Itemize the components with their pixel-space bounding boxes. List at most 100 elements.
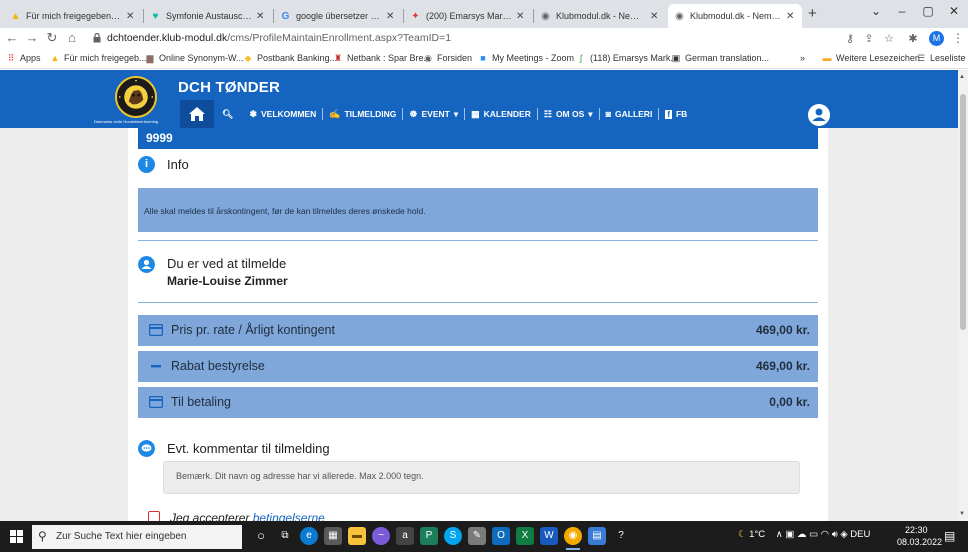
nav-item-fb[interactable]: f FB — [659, 107, 693, 121]
bookmark-item[interactable]: ▣ German translation... — [671, 53, 769, 63]
nav-item-galleri[interactable]: ◙ GALLERI — [600, 107, 659, 121]
clock-date[interactable]: 08.03.2022 — [897, 537, 942, 547]
more-menu-icon[interactable]: ⋮ — [952, 31, 964, 45]
nav-item-event[interactable]: ☸ EVENT ▾ — [403, 107, 464, 121]
task-view-icon[interactable]: ⧉ — [276, 527, 294, 545]
address-bar-input[interactable]: dchtoender.klub-modul.dk/cms/ProfileMain… — [107, 32, 451, 44]
forward-arrow-icon[interactable]: → — [24, 30, 40, 45]
new-tab-button[interactable]: + — [808, 5, 817, 22]
nav-item-om-os[interactable]: ☷ OM OS ▾ — [538, 107, 599, 121]
clock-time[interactable]: 22:30 — [905, 525, 928, 535]
weather-moon-icon[interactable]: ☾ — [738, 529, 747, 540]
calendar-app-icon[interactable]: ▤ — [588, 527, 606, 545]
store-icon[interactable]: ▦ — [324, 527, 342, 545]
home-icon[interactable]: ⌂ — [64, 30, 80, 45]
bookmark-item[interactable]: ▆ Online Synonym-W... — [145, 53, 244, 63]
file-explorer-icon[interactable]: ▬ — [348, 527, 366, 545]
wifi-icon[interactable]: ◠ — [821, 529, 829, 540]
google-icon: G — [281, 10, 290, 22]
book-icon: ▆ — [146, 53, 154, 63]
browser-tab[interactable]: ▲ Für mich freigegeben – Goo ✕ — [4, 4, 142, 28]
accept-terms-label: Jeg accepterer betingelserne — [170, 511, 325, 521]
weather-temp[interactable]: 1°C — [749, 529, 765, 540]
help-icon[interactable]: ? — [612, 527, 630, 545]
bookmark-item[interactable]: ■ My Meetings - Zoom — [478, 53, 574, 63]
extensions-icon[interactable]: ✱ — [906, 32, 920, 45]
terms-link[interactable]: betingelserne — [253, 511, 325, 521]
bookmark-item[interactable]: ♜ Netbank : Spar Bre... — [333, 53, 431, 63]
profile-avatar[interactable]: M — [929, 31, 944, 46]
close-tab-icon[interactable]: ✕ — [786, 11, 796, 22]
close-tab-icon[interactable]: ✕ — [650, 11, 660, 22]
close-tab-icon[interactable]: ✕ — [386, 11, 396, 22]
tray-chevron-up-icon[interactable]: ∧ — [776, 529, 783, 540]
bookmark-item[interactable]: ▲ Für mich freigegeb... — [50, 53, 147, 63]
reading-list-button[interactable]: ☰ Leseliste — [916, 53, 966, 63]
bookmark-item[interactable]: ◉ Forsiden — [423, 53, 472, 63]
scroll-down-arrow-icon[interactable]: ▼ — [959, 511, 965, 517]
nav-home-button[interactable] — [180, 100, 214, 128]
other-bookmarks-folder[interactable]: ▬ Weitere Lesezeichen — [822, 53, 920, 63]
browser-tab[interactable]: ♥ Symfonie Austauschbares ✕ — [144, 4, 272, 28]
tray-app-icon[interactable]: ▣ — [785, 529, 794, 540]
dropbox-icon[interactable]: ◈ — [840, 529, 847, 540]
bookmark-label: Online Synonym-W... — [159, 53, 244, 63]
key-icon[interactable]: ⚷ — [843, 32, 857, 45]
tab-search-icon[interactable]: ⌄ — [866, 4, 886, 18]
browser-tab-active[interactable]: ◉ Klubmodul.dk - Nem klubac ✕ — [668, 4, 802, 28]
maximize-button[interactable]: ▢ — [918, 4, 938, 18]
nav-item-tilmelding[interactable]: ✍ TILMELDING — [323, 107, 402, 121]
edge-icon[interactable]: e — [300, 527, 318, 545]
bookmark-item[interactable]: ʃ (118) Emarsys Mark... — [576, 53, 678, 63]
outlook-icon[interactable]: O — [492, 527, 510, 545]
bookmarks-overflow-button[interactable]: » — [800, 53, 805, 63]
lock-icon[interactable] — [93, 33, 101, 43]
messenger-icon[interactable]: ~ — [372, 527, 390, 545]
bank-icon: ♜ — [333, 53, 343, 63]
onedrive-icon[interactable]: ☁ — [797, 529, 807, 540]
amazon-icon[interactable]: a — [396, 527, 414, 545]
windows-start-icon[interactable] — [10, 530, 23, 543]
excel-icon[interactable]: X — [516, 527, 534, 545]
accept-terms-checkbox[interactable] — [148, 511, 160, 521]
nav-item-velkommen[interactable]: ✽ VELKOMMEN — [243, 107, 322, 121]
close-tab-icon[interactable]: ✕ — [126, 11, 136, 22]
notifications-icon[interactable]: ▤ — [944, 529, 955, 543]
bookmark-label: My Meetings - Zoom — [492, 53, 575, 63]
scrollbar-thumb[interactable] — [960, 94, 966, 330]
tool-icon[interactable]: ✎ — [468, 527, 486, 545]
nav-item-kalender[interactable]: ▦ KALENDER — [465, 107, 537, 121]
close-window-button[interactable]: ✕ — [944, 4, 964, 18]
skype-icon[interactable]: S — [444, 527, 462, 545]
scroll-up-arrow-icon[interactable]: ▲ — [959, 74, 965, 80]
close-tab-icon[interactable]: ✕ — [256, 11, 266, 22]
back-arrow-icon[interactable]: ← — [4, 30, 20, 45]
browser-tab[interactable]: ✦ (200) Emarsys Marketing Pl ✕ — [404, 4, 532, 28]
word-icon[interactable]: W — [540, 527, 558, 545]
reload-icon[interactable]: ↻ — [44, 30, 60, 46]
browser-tab[interactable]: ◉ Klubmodul.dk - Nem klubac ✕ — [534, 4, 666, 28]
site-title: DCH TØNDER — [178, 79, 280, 96]
club-logo[interactable] — [115, 76, 157, 118]
cortana-icon[interactable]: ○ — [252, 527, 270, 545]
share-icon[interactable]: ⇪ — [862, 32, 876, 45]
browser-tab[interactable]: G google übersetzer - Google ✕ — [274, 4, 402, 28]
info-icon: i — [138, 156, 155, 173]
user-account-icon[interactable] — [808, 104, 830, 126]
star-icon[interactable]: ☆ — [882, 32, 896, 45]
chrome-icon[interactable]: ◉ — [564, 527, 582, 550]
comment-textarea[interactable]: Bemærk. Dit navn og adresse har vi aller… — [163, 461, 800, 494]
taskbar-search-input[interactable]: ⚲ Zur Suche Text hier eingeben — [32, 525, 242, 549]
bookmark-item[interactable]: ◆ Postbank Banking... — [243, 53, 338, 63]
nav-search-button[interactable]: 🔍︎ — [216, 107, 243, 121]
tab-title: Symfonie Austauschbares — [166, 11, 252, 21]
close-tab-icon[interactable]: ✕ — [516, 11, 526, 22]
page-scrollbar[interactable]: ▲ ▼ — [958, 70, 968, 521]
language-indicator[interactable]: DEU — [850, 529, 870, 540]
battery-icon[interactable]: ▭ — [809, 529, 818, 540]
bookmark-apps[interactable]: ⠿ Apps — [6, 53, 41, 63]
planner-icon[interactable]: P — [420, 527, 438, 545]
volume-icon[interactable]: 🔊︎ — [832, 529, 838, 540]
minimize-button[interactable]: – — [892, 4, 912, 18]
comment-heading: Evt. kommentar til tilmelding — [167, 441, 330, 456]
